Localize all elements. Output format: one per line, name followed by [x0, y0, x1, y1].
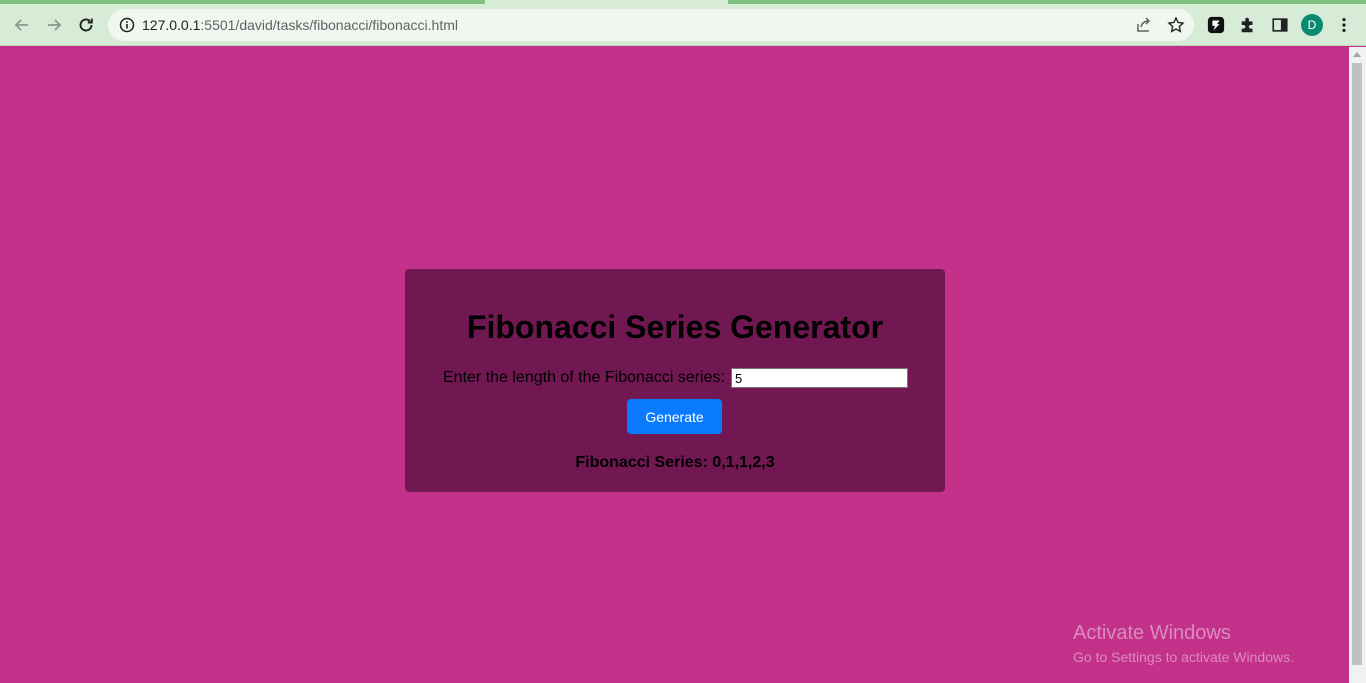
page-viewport: Fibonacci Series Generator Enter the len… [0, 47, 1349, 683]
tab-strip-edge [728, 0, 1366, 4]
length-input-row: Enter the length of the Fibonacci series… [443, 367, 908, 389]
url-path: :5501/david/tasks/fibonacci/fibonacci.ht… [200, 17, 458, 33]
forward-button[interactable] [40, 11, 68, 39]
share-icon[interactable] [1135, 16, 1153, 34]
vertical-scrollbar[interactable] [1349, 47, 1366, 683]
app-extension-icon[interactable] [1206, 15, 1226, 35]
url-text[interactable]: 127.0.0.1:5501/david/tasks/fibonacci/fib… [142, 17, 458, 33]
kebab-menu-icon[interactable] [1334, 15, 1354, 35]
address-bar[interactable]: 127.0.0.1:5501/david/tasks/fibonacci/fib… [108, 9, 1194, 41]
watermark-title: Activate Windows [1073, 622, 1231, 644]
scrollbar-thumb[interactable] [1352, 63, 1362, 665]
side-panel-icon[interactable] [1270, 15, 1290, 35]
page-title: Fibonacci Series Generator [466, 309, 884, 345]
profile-avatar[interactable]: D [1301, 14, 1323, 36]
reload-button[interactable] [72, 11, 100, 39]
length-input-label: Enter the length of the Fibonacci series… [443, 369, 725, 386]
info-icon[interactable] [118, 16, 136, 34]
tab-strip-edge [0, 0, 485, 4]
windows-activation-watermark: Activate Windows Go to Settings to activ… [1073, 622, 1294, 665]
forward-arrow-icon [48, 19, 62, 31]
url-host: 127.0.0.1 [142, 17, 201, 33]
back-button[interactable] [8, 11, 36, 39]
watermark-subtitle: Go to Settings to activate Windows. [1073, 649, 1294, 665]
scroll-up-arrow-icon[interactable] [1353, 52, 1361, 57]
puzzle-icon[interactable] [1238, 15, 1258, 35]
length-input[interactable] [730, 368, 908, 388]
generate-button[interactable]: Generate [627, 399, 722, 434]
back-arrow-icon [14, 19, 28, 31]
fibonacci-result: Fibonacci Series: 0,1,1,2,3 [575, 454, 775, 471]
star-icon[interactable] [1167, 16, 1185, 34]
reload-icon [79, 18, 93, 32]
generator-card: Fibonacci Series Generator Enter the len… [405, 269, 945, 492]
browser-toolbar: 127.0.0.1:5501/david/tasks/fibonacci/fib… [0, 5, 1366, 46]
